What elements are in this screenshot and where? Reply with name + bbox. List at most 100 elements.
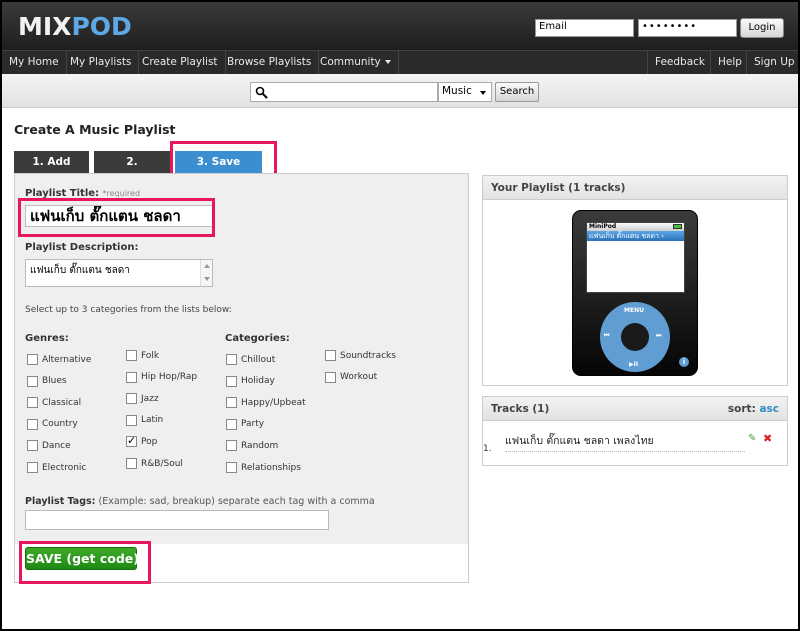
app-frame: MIXPOD Email •••••••• Login My Home My P…: [2, 2, 798, 629]
checkbox-label: Latin: [141, 415, 164, 426]
your-playlist-header: Your Playlist (1 tracks): [483, 176, 787, 200]
nav-my-playlists[interactable]: My Playlists: [63, 51, 140, 75]
checkbox-box[interactable]: [126, 371, 137, 383]
category-checkbox-0[interactable]: Soundtracks: [325, 350, 396, 361]
category-checkbox-4[interactable]: Random: [226, 440, 278, 452]
center-button[interactable]: [621, 323, 649, 351]
checkbox-box[interactable]: [27, 418, 38, 430]
search-input[interactable]: [250, 82, 438, 102]
checkbox-box[interactable]: [27, 440, 38, 452]
checkbox-label: Blues: [42, 376, 67, 387]
category-checkbox-3[interactable]: Party: [226, 418, 264, 430]
genre-checkbox-1[interactable]: Blues: [27, 375, 67, 387]
nav-sign-up[interactable]: Sign Up: [746, 51, 798, 75]
player-track[interactable]: แฟนเก็บ ตั๊กแตน ชลดา ›: [587, 231, 684, 241]
search-category-select[interactable]: Music: [438, 82, 492, 102]
checkbox-label: Dance: [42, 440, 71, 451]
page-title: Create A Music Playlist: [14, 122, 176, 137]
chevron-down-icon: [480, 91, 486, 95]
checkbox-label: Workout: [340, 372, 378, 383]
genre-checkbox-4[interactable]: Dance: [27, 440, 71, 452]
category-checkbox-1[interactable]: Workout: [325, 371, 378, 383]
checkbox-box[interactable]: [126, 434, 137, 448]
password-input[interactable]: ••••••••: [638, 19, 737, 37]
checkbox-label: R&B/Soul: [141, 458, 183, 469]
checkbox-label: Holiday: [241, 376, 275, 387]
description-value: แฟนเก็บ ตั๊กแตน ชลดา: [30, 265, 130, 276]
nav-browse-playlists[interactable]: Browse Playlists: [220, 51, 320, 75]
checkbox-label: Folk: [141, 350, 160, 361]
checkbox-label: Pop: [141, 436, 158, 447]
checkbox-box[interactable]: [126, 458, 137, 469]
genre-checkbox-5[interactable]: R&B/Soul: [126, 458, 183, 469]
checkbox-label: Soundtracks: [340, 350, 396, 361]
genre-checkbox-3[interactable]: Latin: [126, 414, 164, 426]
category-checkbox-1[interactable]: Holiday: [226, 375, 275, 387]
checkbox-box[interactable]: [126, 393, 137, 405]
genre-checkbox-5[interactable]: Electronic: [27, 462, 86, 473]
email-input[interactable]: Email: [535, 19, 634, 37]
tab-add-music[interactable]: 1. Add Music: [14, 151, 89, 190]
top-header: MIXPOD Email •••••••• Login: [2, 2, 798, 50]
checkbox-label: Chillout: [241, 354, 276, 365]
player-screen-bar: MiniPod: [587, 223, 684, 231]
search-button[interactable]: Search: [495, 82, 539, 102]
playlist-tags-input[interactable]: [25, 510, 329, 530]
checkbox-box[interactable]: [126, 414, 137, 426]
checkbox-label: Electronic: [42, 462, 87, 473]
click-wheel[interactable]: MENU ⏮ ⏭ ▶II: [600, 302, 670, 372]
category-checkbox-5[interactable]: Relationships: [226, 462, 301, 473]
sort-asc-link[interactable]: asc: [759, 403, 779, 415]
checkbox-box[interactable]: [226, 462, 237, 473]
tags-label: Playlist Tags: (Example: sad, breakup) s…: [25, 496, 375, 507]
categories-label: Categories:: [225, 333, 290, 344]
main-nav: My Home My Playlists Create Playlist Bro…: [2, 50, 798, 75]
checkbox-box[interactable]: [325, 371, 336, 383]
arrow-down-icon: [204, 277, 210, 281]
genre-checkbox-4[interactable]: Pop: [126, 434, 158, 448]
search-icon: [255, 86, 268, 99]
category-checkbox-0[interactable]: Chillout: [226, 354, 275, 365]
login-button[interactable]: Login: [740, 18, 784, 38]
nav-my-home[interactable]: My Home: [2, 51, 67, 75]
edit-pencil-icon[interactable]: ✎: [748, 433, 756, 444]
checkbox-box[interactable]: [126, 350, 137, 361]
playlist-description-input[interactable]: แฟนเก็บ ตั๊กแตน ชลดา: [25, 259, 213, 287]
previous-icon[interactable]: ⏮: [604, 332, 609, 340]
sort-control[interactable]: sort: asc: [728, 397, 779, 421]
genre-checkbox-2[interactable]: Jazz: [126, 393, 159, 405]
nav-create-playlist[interactable]: Create Playlist: [135, 51, 226, 75]
category-checkbox-2[interactable]: Happy/Upbeat: [226, 397, 306, 409]
nav-community[interactable]: Community: [313, 51, 399, 75]
genre-checkbox-2[interactable]: Classical: [27, 397, 81, 409]
menu-label[interactable]: MENU: [624, 307, 644, 314]
description-scrollbar[interactable]: [200, 260, 212, 286]
genre-checkbox-3[interactable]: Country: [27, 418, 78, 430]
checkbox-box[interactable]: [27, 462, 38, 473]
checkbox-box[interactable]: [27, 397, 38, 409]
tab-customize[interactable]: 2. Customize: [94, 151, 170, 190]
nav-help[interactable]: Help: [710, 51, 749, 75]
next-icon[interactable]: ⏭: [656, 332, 661, 340]
genre-checkbox-0[interactable]: Folk: [126, 350, 159, 361]
info-icon[interactable]: i: [679, 357, 689, 367]
category-hint: Select up to 3 categories from the lists…: [25, 305, 232, 315]
checkbox-box[interactable]: [226, 440, 237, 452]
tracks-panel: Tracks (1) sort: asc 1. แฟนเก็บ ตั๊กแตน …: [482, 396, 788, 466]
checkbox-box[interactable]: [226, 397, 237, 409]
genres-label: Genres:: [25, 333, 69, 344]
genre-checkbox-1[interactable]: Hip Hop/Rap: [126, 371, 197, 383]
nav-community-label: Community: [320, 56, 381, 68]
delete-x-icon[interactable]: ✖: [763, 432, 772, 445]
mixpod-logo[interactable]: MIXPOD: [18, 12, 132, 41]
genre-checkbox-0[interactable]: Alternative: [27, 354, 91, 365]
checkbox-box[interactable]: [325, 350, 336, 361]
checkbox-box[interactable]: [226, 354, 237, 365]
checkbox-box[interactable]: [226, 418, 237, 430]
nav-feedback[interactable]: Feedback: [647, 51, 712, 75]
search-category-value: Music: [442, 85, 472, 97]
play-pause-icon[interactable]: ▶II: [629, 361, 638, 368]
checkbox-box[interactable]: [27, 375, 38, 387]
checkbox-box[interactable]: [27, 354, 38, 365]
checkbox-box[interactable]: [226, 375, 237, 387]
